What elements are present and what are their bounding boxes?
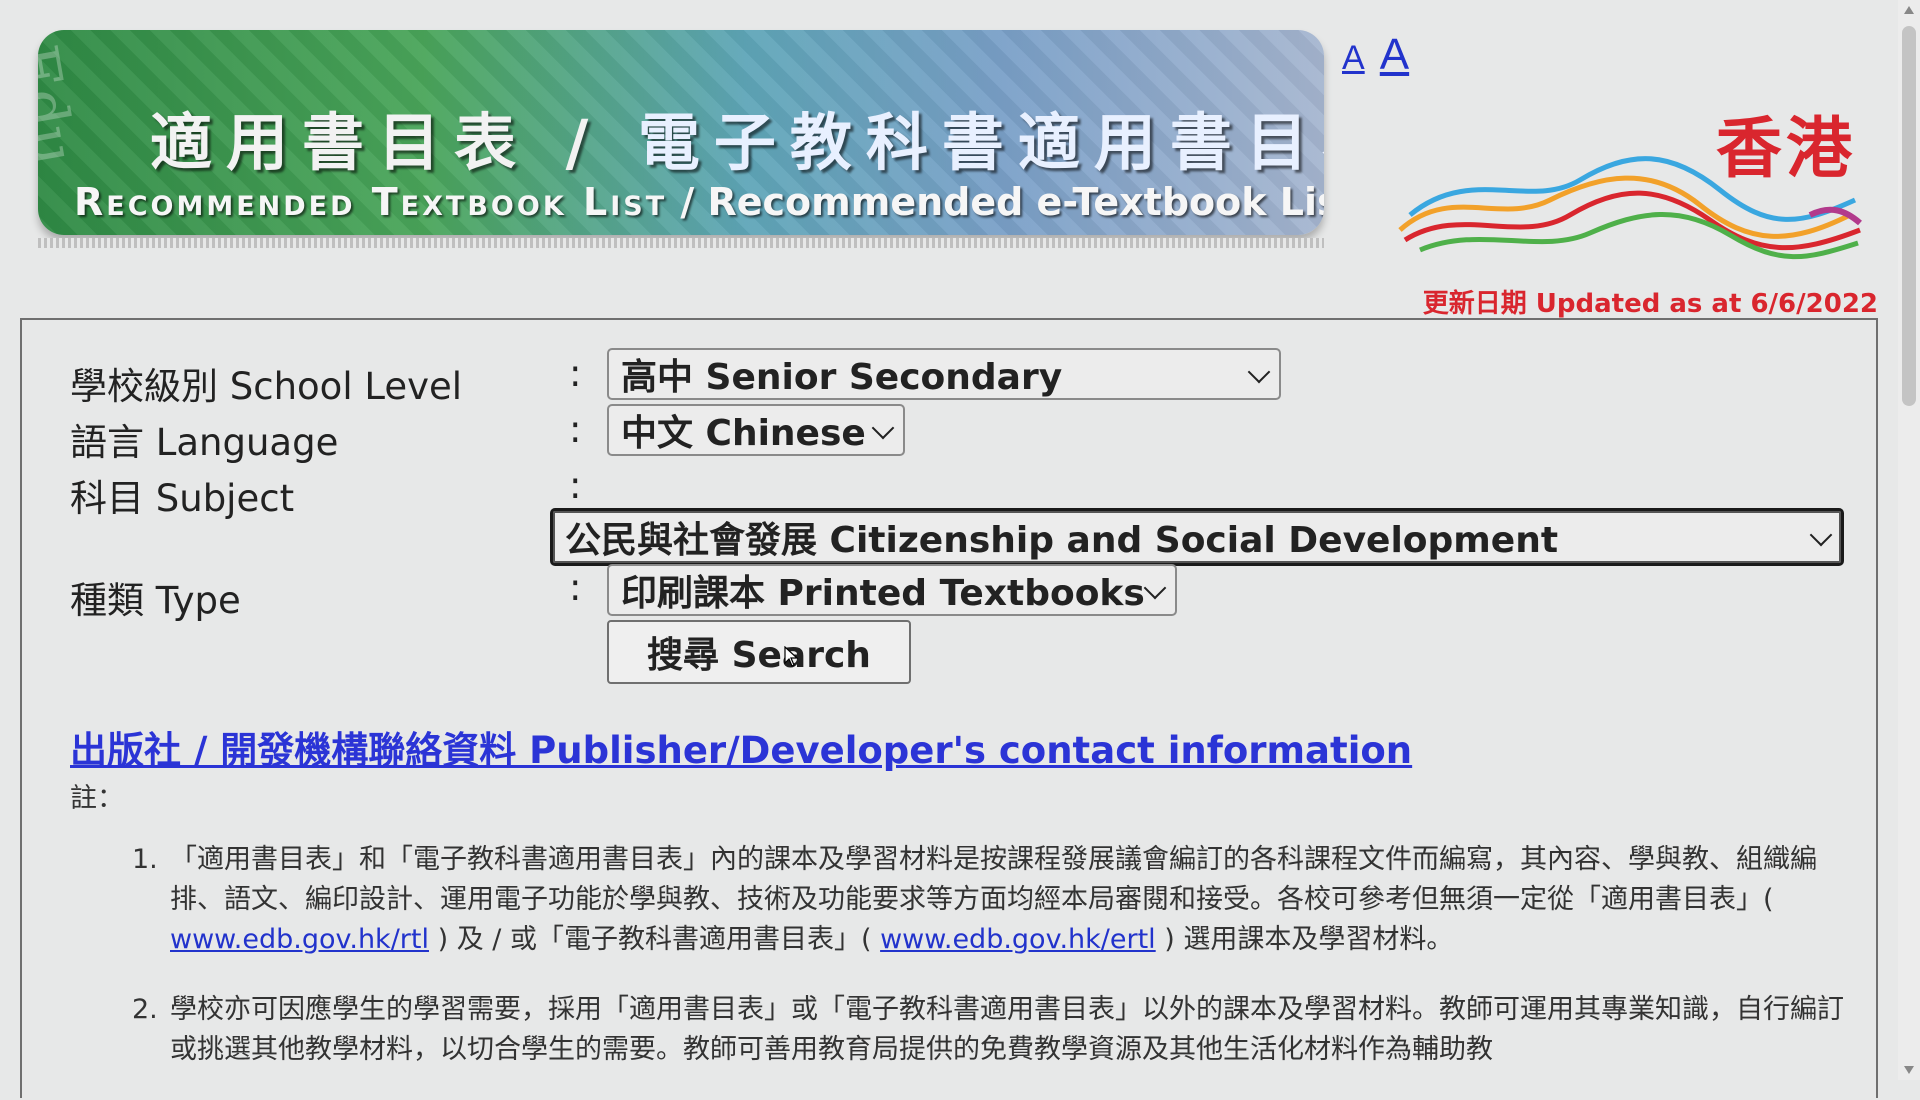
scrollbar-thumb[interactable] bbox=[1902, 26, 1916, 406]
note-number: 1. bbox=[132, 844, 158, 875]
school-level-value: 高中 Senior Secondary bbox=[621, 357, 1063, 398]
note-text: ) 及 / 或「電子教科書適用書目表」( bbox=[437, 924, 872, 955]
note-item: 1. 「適用書目表」和「電子教科書適用書目表」內的課本及學習材料是按課程發展議會… bbox=[132, 840, 1848, 960]
title-en-separator: / bbox=[680, 180, 695, 224]
publisher-contact-link[interactable]: 出版社 / 開發機構聯絡資料 Publisher/Developer's con… bbox=[70, 720, 1412, 774]
font-size-controls: A A bbox=[1342, 30, 1409, 80]
type-label: 種類 Type bbox=[70, 579, 241, 622]
language-value: 中文 Chinese bbox=[621, 413, 866, 454]
language-select[interactable]: 中文 Chinese bbox=[607, 404, 905, 456]
search-form-panel: 學校級別 School Level : 高中 Senior Secondary … bbox=[20, 318, 1878, 1098]
ertl-link[interactable]: www.edb.gov.hk/ertl bbox=[880, 924, 1156, 955]
brand-hong-kong-logo: 香港 bbox=[1390, 95, 1870, 265]
title-en-part2: Recommended e-Textbook List bbox=[707, 180, 1324, 224]
school-level-label: 學校級別 School Level bbox=[70, 365, 463, 408]
school-level-colon: : bbox=[569, 352, 582, 395]
chevron-down-icon bbox=[1809, 523, 1833, 547]
chevron-down-icon bbox=[871, 416, 895, 440]
type-value: 印刷課本 Printed Textbooks bbox=[621, 573, 1145, 614]
banner-title-en: Recommended Textbook List / Recommended … bbox=[74, 180, 1324, 224]
search-button[interactable]: 搜尋 Search bbox=[607, 620, 911, 684]
font-size-small-link[interactable]: A bbox=[1342, 39, 1365, 77]
updated-date: 更新日期 Updated as at 6/6/2022 bbox=[1422, 289, 1878, 319]
scroll-down-arrow-icon[interactable] bbox=[1904, 1066, 1914, 1074]
note-text: 學校亦可因應學生的學習需要，採用「適用書目表」或「電子教科書適用書目表」以外的課… bbox=[170, 994, 1844, 1065]
type-colon: : bbox=[569, 566, 582, 609]
chevron-down-icon bbox=[1143, 576, 1167, 600]
subject-label: 科目 Subject bbox=[70, 477, 295, 520]
language-colon: : bbox=[569, 408, 582, 451]
brand-text: 香港 bbox=[1716, 110, 1856, 187]
note-text: 「適用書目表」和「電子教科書適用書目表」內的課本及學習材料是按課程發展議會編訂的… bbox=[170, 844, 1817, 915]
rtl-link[interactable]: www.edb.gov.hk/rtl bbox=[170, 924, 429, 955]
note-item: 2. 學校亦可因應學生的學習需要，採用「適用書目表」或「電子教科書適用書目表」以… bbox=[132, 990, 1848, 1070]
notes-list: 1. 「適用書目表」和「電子教科書適用書目表」內的課本及學習材料是按課程發展議會… bbox=[132, 840, 1848, 1100]
banner-decoration: Edu bbox=[38, 40, 89, 172]
type-select[interactable]: 印刷課本 Printed Textbooks bbox=[607, 564, 1177, 616]
chevron-down-icon bbox=[1247, 360, 1271, 384]
title-zh-separator: / bbox=[565, 106, 603, 179]
scroll-up-arrow-icon[interactable] bbox=[1904, 6, 1914, 14]
note-text: ) 選用課本及學習材料。 bbox=[1164, 924, 1454, 955]
subject-select[interactable]: 公民與社會發展 Citizenship and Social Developme… bbox=[550, 508, 1844, 566]
banner-title-zh: 適用書目表 / 電子教科書適用書目表 bbox=[150, 92, 1324, 182]
language-label: 語言 Language bbox=[70, 421, 339, 464]
vertical-scrollbar[interactable] bbox=[1898, 0, 1920, 1080]
banner-shadow-strip bbox=[38, 238, 1324, 248]
subject-colon: : bbox=[569, 464, 582, 507]
title-zh-part2: 電子教科書適用書目表 bbox=[637, 106, 1324, 179]
school-level-select[interactable]: 高中 Senior Secondary bbox=[607, 348, 1281, 400]
title-en-part1: Recommended Textbook List bbox=[74, 180, 668, 224]
font-size-large-link[interactable]: A bbox=[1380, 30, 1409, 79]
note-number: 2. bbox=[132, 994, 158, 1025]
header-banner: Edu 適用書目表 / 電子教科書適用書目表 Recommended Textb… bbox=[38, 30, 1324, 235]
title-zh-part1: 適用書目表 bbox=[150, 106, 531, 179]
subject-value: 公民與社會發展 Citizenship and Social Developme… bbox=[565, 520, 1559, 561]
notes-label: 註： bbox=[70, 783, 124, 814]
mouse-cursor-icon bbox=[784, 646, 799, 667]
